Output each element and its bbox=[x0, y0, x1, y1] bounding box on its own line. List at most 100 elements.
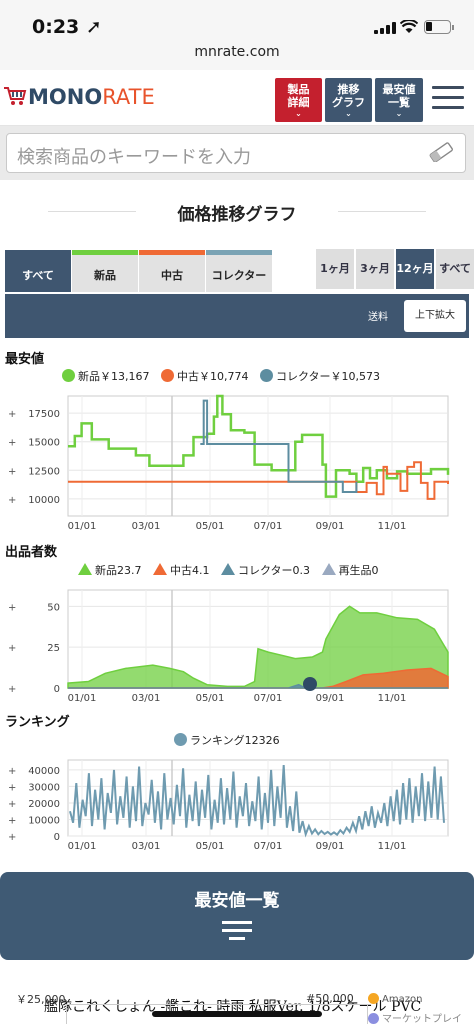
x-tick-label: 05/01 bbox=[196, 521, 225, 532]
circle-icon bbox=[174, 733, 187, 746]
ranking-chart[interactable]: +40000 + 30000 + 20000 + 10000 + 0 01/01 03/01 05/0… bbox=[0, 752, 474, 858]
nav-price-graph-button[interactable]: 推移 グラフ ⌄ bbox=[325, 78, 372, 122]
y-tick-plus: + bbox=[8, 782, 16, 793]
sellers-chart[interactable]: +50 + 25 + 0 01/01 03/01 05/01 07/01 09/01 11/01 bbox=[0, 582, 474, 710]
clock: 0:23 ➚ bbox=[32, 16, 102, 38]
period-3-month-tab[interactable]: 3ヶ月 bbox=[356, 249, 394, 289]
tab-label: すべて bbox=[22, 269, 54, 282]
x-tick-label: 03/01 bbox=[132, 841, 161, 852]
y-tick-label: 12500 bbox=[28, 466, 60, 477]
x-tick-label: 05/01 bbox=[196, 693, 225, 704]
lowest-price-list-button[interactable]: 最安値一覧 bbox=[0, 872, 474, 960]
hamburger-menu-icon[interactable] bbox=[432, 86, 464, 114]
y-tick-label: 0 bbox=[54, 684, 60, 695]
legend-label: Amazon bbox=[382, 994, 423, 1005]
circle-icon bbox=[368, 1013, 379, 1024]
battery-icon bbox=[424, 20, 451, 34]
tab-all[interactable]: すべて bbox=[5, 250, 71, 292]
tab-new[interactable]: 新品 bbox=[72, 250, 138, 292]
tab-used[interactable]: 中古 bbox=[139, 250, 205, 292]
y-tick-plus: + bbox=[8, 495, 16, 506]
y-tick-plus: + bbox=[8, 799, 16, 810]
list-menu-icon bbox=[222, 921, 252, 940]
legend-label: 新品23.7 bbox=[95, 564, 142, 577]
x-tick-label: 07/01 bbox=[254, 841, 283, 852]
legend-label: コレクター0.3 bbox=[238, 564, 311, 577]
y-tick-plus: + bbox=[8, 466, 16, 477]
x-tick-label: 11/01 bbox=[378, 521, 407, 532]
legend-amazon[interactable]: Amazon bbox=[368, 993, 422, 1005]
y-tick-label: 17500 bbox=[28, 409, 60, 420]
circle-icon bbox=[368, 993, 379, 1004]
price-axis-label: ￥25,000 bbox=[16, 993, 66, 1006]
period-12-month-tab[interactable]: 12ヶ月 bbox=[396, 249, 434, 289]
graph-toolbar bbox=[5, 294, 469, 338]
circle-icon bbox=[161, 369, 174, 382]
x-tick-label: 11/01 bbox=[378, 841, 407, 852]
price-legend: 新品￥13,167 中古￥10,774 コレクター￥10,573 bbox=[62, 368, 380, 384]
x-tick-label: 03/01 bbox=[132, 693, 161, 704]
signal-icon bbox=[374, 22, 396, 34]
period-all-tab[interactable]: すべて bbox=[436, 249, 474, 289]
legend-item-used[interactable]: 中古4.1 bbox=[153, 563, 210, 577]
legend-item-collector[interactable]: コレクター0.3 bbox=[221, 563, 311, 577]
url-bar[interactable]: mnrate.com bbox=[0, 44, 474, 60]
x-tick-label: 01/01 bbox=[68, 841, 97, 852]
y-tick-plus: + bbox=[8, 438, 16, 449]
period-1-month-tab[interactable]: 1ヶ月 bbox=[316, 249, 354, 289]
legend-item-new[interactable]: 新品￥13,167 bbox=[62, 369, 150, 383]
price-chart[interactable]: +17500 + 15000 + 12500 + 10000 01/01 03/01 05/01 0… bbox=[0, 388, 474, 536]
home-indicator bbox=[152, 1011, 322, 1017]
triangle-icon bbox=[221, 563, 235, 575]
y-tick-label: 50 bbox=[47, 602, 60, 613]
battery-tip bbox=[452, 25, 454, 30]
shipping-toggle[interactable]: 送料 bbox=[368, 308, 388, 323]
triangle-icon bbox=[321, 563, 336, 575]
cart-logo-icon[interactable] bbox=[3, 86, 27, 106]
legend-item-refurb[interactable]: 再生品0 bbox=[321, 563, 379, 577]
nav-label: 一覧 bbox=[388, 96, 410, 109]
hover-marker bbox=[303, 677, 317, 691]
search-input[interactable]: 検索商品のキーワードを入力 bbox=[6, 133, 466, 173]
nav-label: 製品 bbox=[287, 83, 310, 96]
ranking-section-title: ランキング bbox=[5, 715, 70, 730]
legend-item-collector[interactable]: コレクター￥10,573 bbox=[260, 369, 381, 383]
nav-label: 最安値 bbox=[382, 83, 416, 96]
y-tick-plus: + bbox=[8, 832, 16, 843]
page-title: 価格推移グラフ bbox=[177, 205, 297, 225]
eraser-clear-icon[interactable] bbox=[428, 142, 454, 162]
y-tick-label: 40000 bbox=[28, 766, 60, 777]
vertical-zoom-button[interactable]: 上下拡大 bbox=[404, 300, 466, 332]
nav-label: 詳細 bbox=[287, 96, 310, 109]
legend-item-new[interactable]: 新品23.7 bbox=[78, 563, 142, 577]
legend-label: 再生品0 bbox=[338, 564, 379, 577]
y-tick-plus: + bbox=[8, 815, 16, 826]
y-tick-label: 15000 bbox=[28, 438, 60, 449]
tab-label: 中古 bbox=[161, 269, 183, 282]
legend-item-used[interactable]: 中古￥10,774 bbox=[161, 369, 249, 383]
tab-label: 新品 bbox=[94, 269, 116, 282]
nav-lowest-price-list-button[interactable]: 最安値 一覧 ⌄ bbox=[375, 78, 423, 122]
tab-label: 1ヶ月 bbox=[320, 262, 350, 275]
tab-label: すべて bbox=[439, 262, 471, 275]
price-section-title: 最安値 bbox=[5, 352, 45, 367]
x-tick-label: 07/01 bbox=[254, 521, 283, 532]
x-tick-label: 01/01 bbox=[68, 693, 97, 704]
legend-label: コレクター￥10,573 bbox=[276, 370, 381, 383]
y-tick-plus: + bbox=[8, 409, 16, 420]
site-logo[interactable]: MONORATE bbox=[28, 85, 155, 109]
y-tick-plus: + bbox=[8, 766, 16, 777]
ranking-legend: ランキング12326 bbox=[174, 732, 280, 748]
x-tick-label: 01/01 bbox=[68, 521, 97, 532]
y-tick-label: 30000 bbox=[28, 782, 60, 793]
nav-product-detail-button[interactable]: 製品 詳細 ⌄ bbox=[275, 78, 322, 122]
legend-marketplace[interactable]: マーケットプレイ bbox=[368, 1010, 462, 1025]
nav-label: グラフ bbox=[332, 96, 365, 109]
legend-label: ランキング12326 bbox=[190, 734, 280, 747]
tab-collector[interactable]: コレクター bbox=[206, 250, 272, 292]
x-tick-label: 07/01 bbox=[254, 693, 283, 704]
legend-item-ranking[interactable]: ランキング12326 bbox=[174, 733, 280, 747]
chevron-down-icon: ⌄ bbox=[345, 109, 352, 118]
x-tick-label: 03/01 bbox=[132, 521, 161, 532]
circle-icon bbox=[260, 369, 273, 382]
